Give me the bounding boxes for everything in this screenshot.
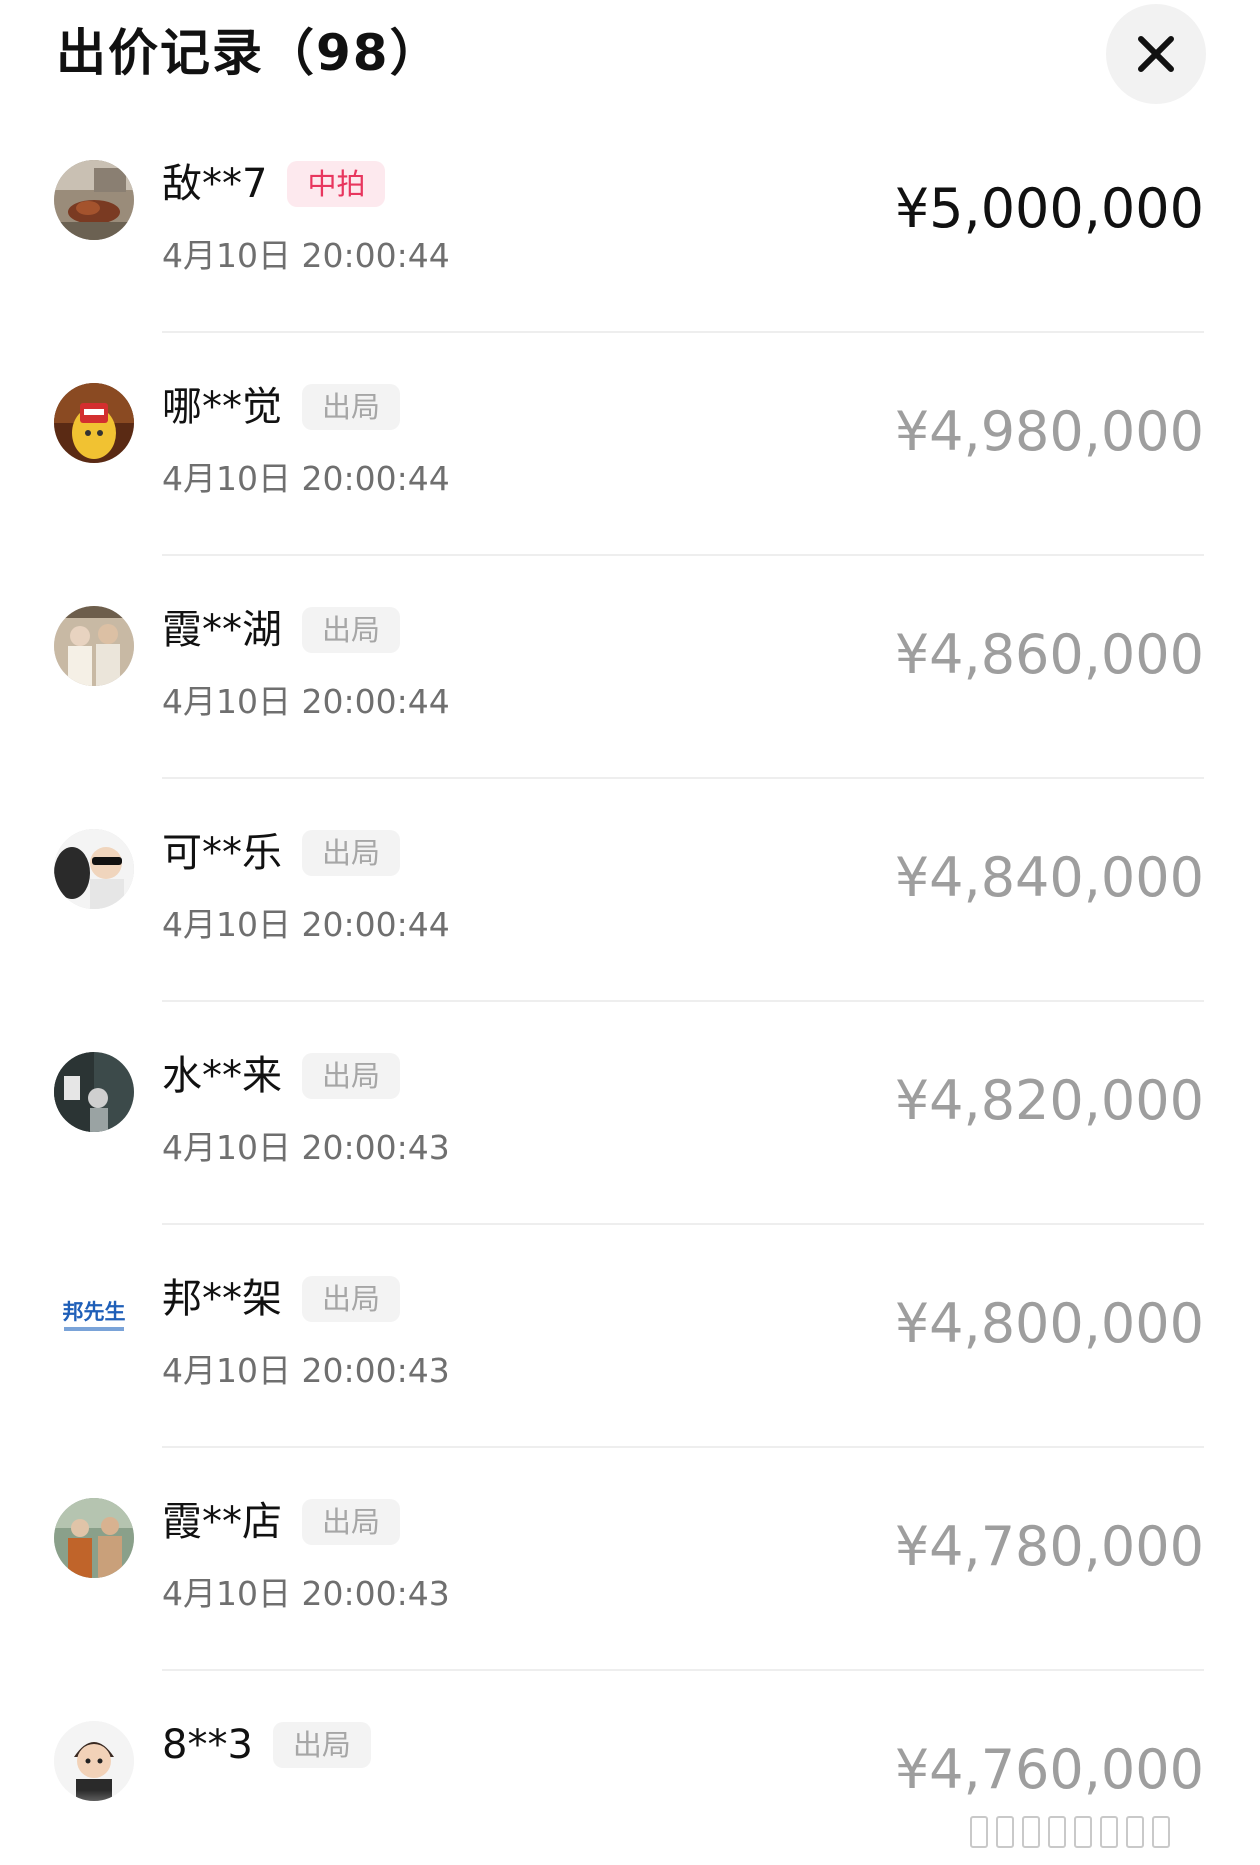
status-badge: 出局: [302, 830, 401, 876]
bid-price: ¥4,780,000: [894, 1515, 1204, 1578]
status-badge: 出局: [302, 384, 401, 430]
watermark-icon: [970, 1812, 1230, 1852]
status-badge: 出局: [302, 1499, 401, 1545]
bid-row[interactable]: 可**乐 出局 4月10日 20:00:44 ¥4,840,000: [0, 779, 1260, 1002]
bid-time: 4月10日 20:00:43: [162, 1574, 450, 1613]
bidder-name: 哪**觉: [162, 384, 282, 430]
avatar-image: [54, 383, 134, 463]
bid-time: 4月10日 20:00:44: [162, 236, 450, 275]
avatar-image: [54, 1052, 134, 1132]
bidder-name: 敌**7: [162, 161, 268, 207]
bid-row[interactable]: 水**来 出局 4月10日 20:00:43 ¥4,820,000: [0, 1002, 1260, 1225]
avatar[interactable]: [54, 1721, 134, 1801]
watermark-bar-icon: [1152, 1816, 1170, 1848]
close-button[interactable]: [1106, 4, 1206, 104]
bidder-name-line: 邦**架 出局: [162, 1271, 401, 1327]
bid-price: ¥4,980,000: [894, 400, 1204, 463]
avatar[interactable]: [54, 1498, 134, 1578]
watermark-bar-icon: [970, 1816, 988, 1848]
bidder-name-line: 8**3 出局: [162, 1717, 371, 1773]
close-icon: [1138, 36, 1174, 72]
avatar-image: [54, 606, 134, 686]
bidder-name: 霞**湖: [162, 607, 282, 653]
avatar[interactable]: 邦先生: [54, 1275, 134, 1355]
avatar-image: [54, 829, 134, 909]
watermark-bar-icon: [996, 1816, 1014, 1848]
bidder-name-line: 可**乐 出局: [162, 825, 401, 881]
watermark-bar-icon: [1074, 1816, 1092, 1848]
sheet-header: 出价记录（98）: [0, 0, 1260, 110]
status-badge: 出局: [302, 607, 401, 653]
watermark-bar-icon: [1048, 1816, 1066, 1848]
watermark-bar-icon: [1100, 1816, 1118, 1848]
bid-row[interactable]: 敌**7 中拍 4月10日 20:00:44 ¥5,000,000: [0, 110, 1260, 333]
status-badge: 出局: [302, 1053, 401, 1099]
avatar[interactable]: [54, 829, 134, 909]
bidder-name: 水**来: [162, 1053, 282, 1099]
avatar-image: [54, 1498, 134, 1578]
bidder-name-line: 霞**湖 出局: [162, 602, 401, 658]
status-badge: 出局: [302, 1276, 401, 1322]
avatar-image: [54, 1721, 134, 1801]
bid-row[interactable]: 霞**湖 出局 4月10日 20:00:44 ¥4,860,000: [0, 556, 1260, 779]
watermark-bar-icon: [1022, 1816, 1040, 1848]
bid-price: ¥4,840,000: [894, 846, 1204, 909]
bidder-name: 8**3: [162, 1722, 253, 1768]
avatar-image: 邦先生: [54, 1275, 134, 1355]
avatar-logo-text: 邦先生: [63, 1300, 126, 1324]
bidder-name-line: 敌**7 中拍: [162, 156, 386, 212]
bid-row[interactable]: 哪**觉 出局 4月10日 20:00:44 ¥4,980,000: [0, 333, 1260, 556]
bidder-name: 霞**店: [162, 1499, 282, 1545]
bid-time: 4月10日 20:00:43: [162, 1128, 450, 1167]
avatar[interactable]: [54, 383, 134, 463]
avatar[interactable]: [54, 1052, 134, 1132]
avatar-image: [54, 160, 134, 240]
bidder-name: 邦**架: [162, 1276, 282, 1322]
bid-price: ¥4,820,000: [894, 1069, 1204, 1132]
avatar[interactable]: [54, 606, 134, 686]
bid-price: ¥4,860,000: [894, 623, 1204, 686]
bid-time: 4月10日 20:00:44: [162, 682, 450, 721]
bid-list[interactable]: 敌**7 中拍 4月10日 20:00:44 ¥5,000,000 哪**觉 出…: [0, 110, 1260, 1865]
status-badge: 出局: [272, 1722, 371, 1768]
bid-row[interactable]: 邦先生 邦**架 出局 4月10日 20:00:43 ¥4,800,000: [0, 1225, 1260, 1448]
bid-price: ¥4,800,000: [894, 1292, 1204, 1355]
bid-price: ¥5,000,000: [894, 177, 1204, 240]
bid-row[interactable]: 霞**店 出局 4月10日 20:00:43 ¥4,780,000: [0, 1448, 1260, 1671]
bid-time: 4月10日 20:00:44: [162, 459, 450, 498]
bid-time: 4月10日 20:00:44: [162, 905, 450, 944]
watermark-bar-icon: [1126, 1816, 1144, 1848]
bidder-name-line: 水**来 出局: [162, 1048, 401, 1104]
bid-history-sheet: 出价记录（98） 敌**7 中拍 4月10日 20:00:44 ¥5,000,0…: [0, 0, 1260, 1865]
bid-time: 4月10日 20:00:43: [162, 1351, 450, 1390]
bidder-name-line: 霞**店 出局: [162, 1494, 401, 1550]
page-title: 出价记录（98）: [56, 24, 442, 82]
status-badge: 中拍: [287, 161, 386, 207]
avatar[interactable]: [54, 160, 134, 240]
bidder-name-line: 哪**觉 出局: [162, 379, 401, 435]
bidder-name: 可**乐: [162, 830, 282, 876]
